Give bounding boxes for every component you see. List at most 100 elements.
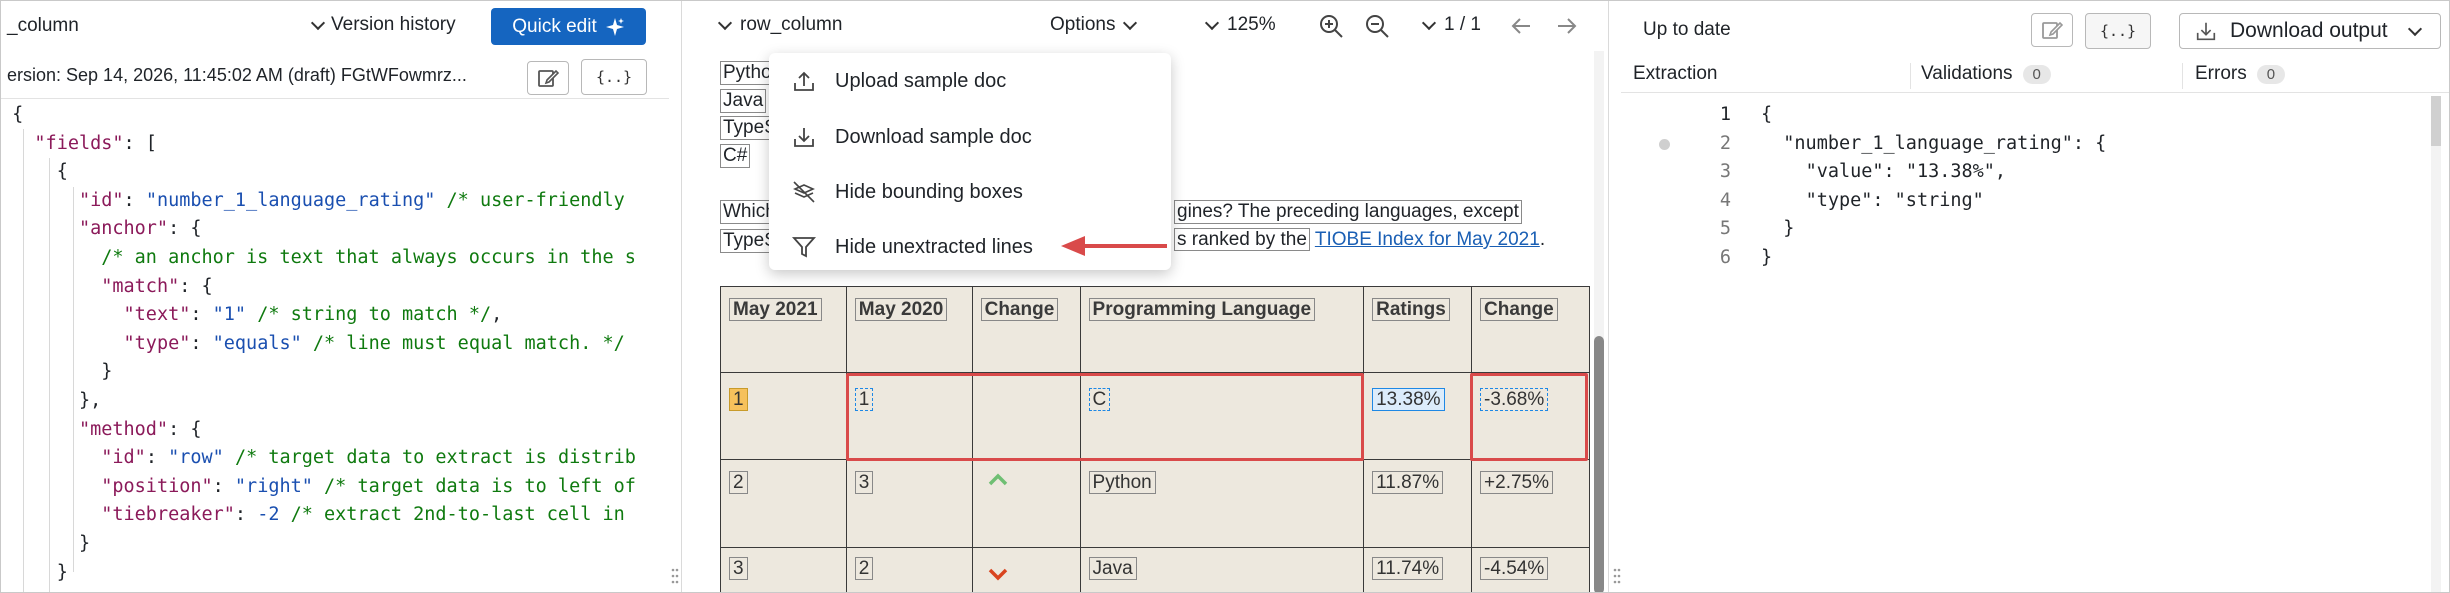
doc-paragraph-end: . [1539, 229, 1546, 250]
menu-item-download-sample-doc[interactable]: Download sample doc [791, 117, 1032, 157]
code-line: } [1, 532, 91, 554]
chevron-down-icon [1421, 15, 1437, 30]
doc-list-item: Pytho [720, 61, 775, 85]
download-icon [2196, 22, 2216, 41]
code-text: } [1761, 246, 1773, 268]
code-line: "tiebreaker": -2 /* extract 2nd-to-last … [101, 504, 625, 526]
app-window: _column Version history Quick edit ersio… [0, 0, 2450, 593]
version-history-dropdown[interactable]: Version history [310, 14, 456, 36]
table-cell: 1 [720, 372, 847, 460]
fold-marker-icon[interactable] [1659, 138, 1670, 150]
upload-icon [794, 71, 814, 91]
output-panel: Up to date {..} Download output Extracti… [1621, 1, 2449, 592]
zoom-dropdown[interactable]: 125% [1204, 14, 1276, 36]
download-output-label: Download output [2230, 19, 2388, 42]
zoom-in-button[interactable] [1318, 13, 1344, 39]
tab-extraction[interactable]: Extraction [1633, 63, 1717, 85]
table-cell [971, 459, 1081, 548]
tab-label: Extraction [1633, 63, 1718, 84]
options-dropdown[interactable]: Options [1050, 14, 1138, 36]
arrow-right-icon [1558, 18, 1577, 34]
menu-item-hide-unextracted-lines[interactable]: Hide unextracted lines [791, 227, 1033, 267]
version-line: ersion: Sep 14, 2026, 11:45:02 AM (draft… [7, 65, 467, 85]
output-scrollbar[interactable] [2431, 96, 2441, 592]
edit-output-button[interactable] [2031, 13, 2073, 47]
table-cell: 2 [845, 547, 973, 592]
chevron-down-red-icon [988, 568, 1007, 581]
download-icon [794, 128, 814, 147]
chevron-down-icon [2407, 21, 2422, 36]
download-output-dropdown[interactable]: Download output [2179, 13, 2441, 49]
line-number: 5 [1719, 218, 1731, 240]
resize-handle[interactable] [670, 566, 680, 586]
code-line: "type": "equals" /* line must equal matc… [123, 332, 625, 354]
table-cell: +2.75% [1471, 459, 1590, 548]
chevron-down-icon [1204, 15, 1220, 30]
config-title: _column [7, 15, 79, 36]
code-line: 3 "value": "13.38%", [1621, 158, 2421, 187]
menu-item-hide-bounding-boxes[interactable]: Hide bounding boxes [791, 172, 1023, 212]
table-row: 3 2 Java 11.74% -4.54% [720, 547, 1590, 592]
chevron-down-icon [1123, 15, 1138, 30]
document-scrollbar[interactable] [1594, 51, 1604, 592]
code-line: "fields": [ [34, 132, 157, 154]
next-page-button[interactable] [1554, 13, 1580, 39]
drag-handle-icon [671, 568, 679, 584]
table-cell: 2 [720, 459, 847, 548]
code-view-button[interactable]: {..} [2085, 13, 2151, 49]
previous-page-button[interactable] [1508, 13, 1534, 39]
code-text: "number_1_language_rating": { [1783, 132, 2107, 154]
edit-doc-button[interactable] [527, 61, 569, 95]
zoom-out-button[interactable] [1364, 13, 1390, 39]
table-header-cell: Change [1471, 286, 1590, 373]
tab-divider [2182, 63, 2183, 89]
chevron-down-icon [310, 15, 326, 30]
scrollbar-thumb[interactable] [1594, 336, 1604, 592]
config-name-dropdown[interactable]: row_column [717, 14, 842, 36]
code-line: 2 "number_1_language_rating": { [1621, 130, 2421, 159]
chevron-up-green-icon [988, 473, 1007, 486]
extraction-output-editor[interactable]: 1{2 "number_1_language_rating": {3 "valu… [1621, 101, 2421, 273]
version-history-label: Version history [331, 14, 456, 35]
page-dropdown[interactable]: 1 / 1 [1421, 14, 1481, 36]
menu-item-label: Download sample doc [835, 125, 1032, 148]
tiobe-index-link[interactable]: TIOBE Index for May 2021 [1315, 229, 1540, 250]
quick-edit-button[interactable]: Quick edit [491, 8, 646, 45]
code-line: "method": { [78, 418, 202, 440]
code-line: "position": "right" /* target data is to… [101, 475, 636, 497]
table-cell: 3 [720, 547, 847, 592]
table-header-cell: Change [971, 286, 1081, 373]
config-editor-header: _column Version history Quick edit [1, 1, 669, 51]
anchor-highlight[interactable]: 1 [729, 388, 748, 411]
config-editor-panel: _column Version history Quick edit ersio… [1, 1, 669, 592]
edit-document-icon [2042, 21, 2063, 39]
menu-item-upload-sample-doc[interactable]: Upload sample doc [791, 61, 1006, 101]
code-line: }, [1, 389, 102, 411]
target-cell-highlight-box [1470, 373, 1588, 461]
row-highlight-box [846, 373, 1364, 461]
table-cell: -4.54% [1471, 547, 1590, 592]
doc-list-item: C# [720, 144, 751, 168]
hide-layers-icon [793, 181, 815, 203]
tab-errors[interactable]: Errors 0 [2195, 63, 2286, 85]
code-view-button[interactable]: {..} [581, 59, 647, 95]
scrollbar-thumb[interactable] [2431, 96, 2441, 146]
edit-document-icon [538, 69, 559, 87]
tab-validations[interactable]: Validations 0 [1921, 63, 2051, 85]
table-cell [971, 547, 1081, 592]
line-number: 4 [1719, 189, 1731, 211]
chevron-down-icon [717, 15, 733, 30]
table-header-cell: Programming Language [1079, 286, 1365, 373]
zoom-in-icon [1320, 15, 1343, 38]
table-header-cell: Ratings [1363, 286, 1473, 373]
code-text: "type": "string" [1805, 189, 1984, 211]
output-tabs: Extraction Validations 0 Errors 0 [1621, 59, 2449, 93]
doc-paragraph-fragment: gines? The preceding languages, except [1174, 200, 1522, 224]
page-indicator: 1 / 1 [1444, 14, 1481, 35]
extracted-value-box[interactable]: 13.38% [1372, 388, 1445, 411]
status-text: Up to date [1643, 19, 1731, 40]
config-code-editor[interactable]: { "fields": [ { "id": "number_1_language… [1, 101, 669, 587]
count-badge: 0 [2256, 64, 2286, 84]
tab-label: Validations [1921, 63, 2013, 84]
count-badge: 0 [2022, 64, 2051, 84]
